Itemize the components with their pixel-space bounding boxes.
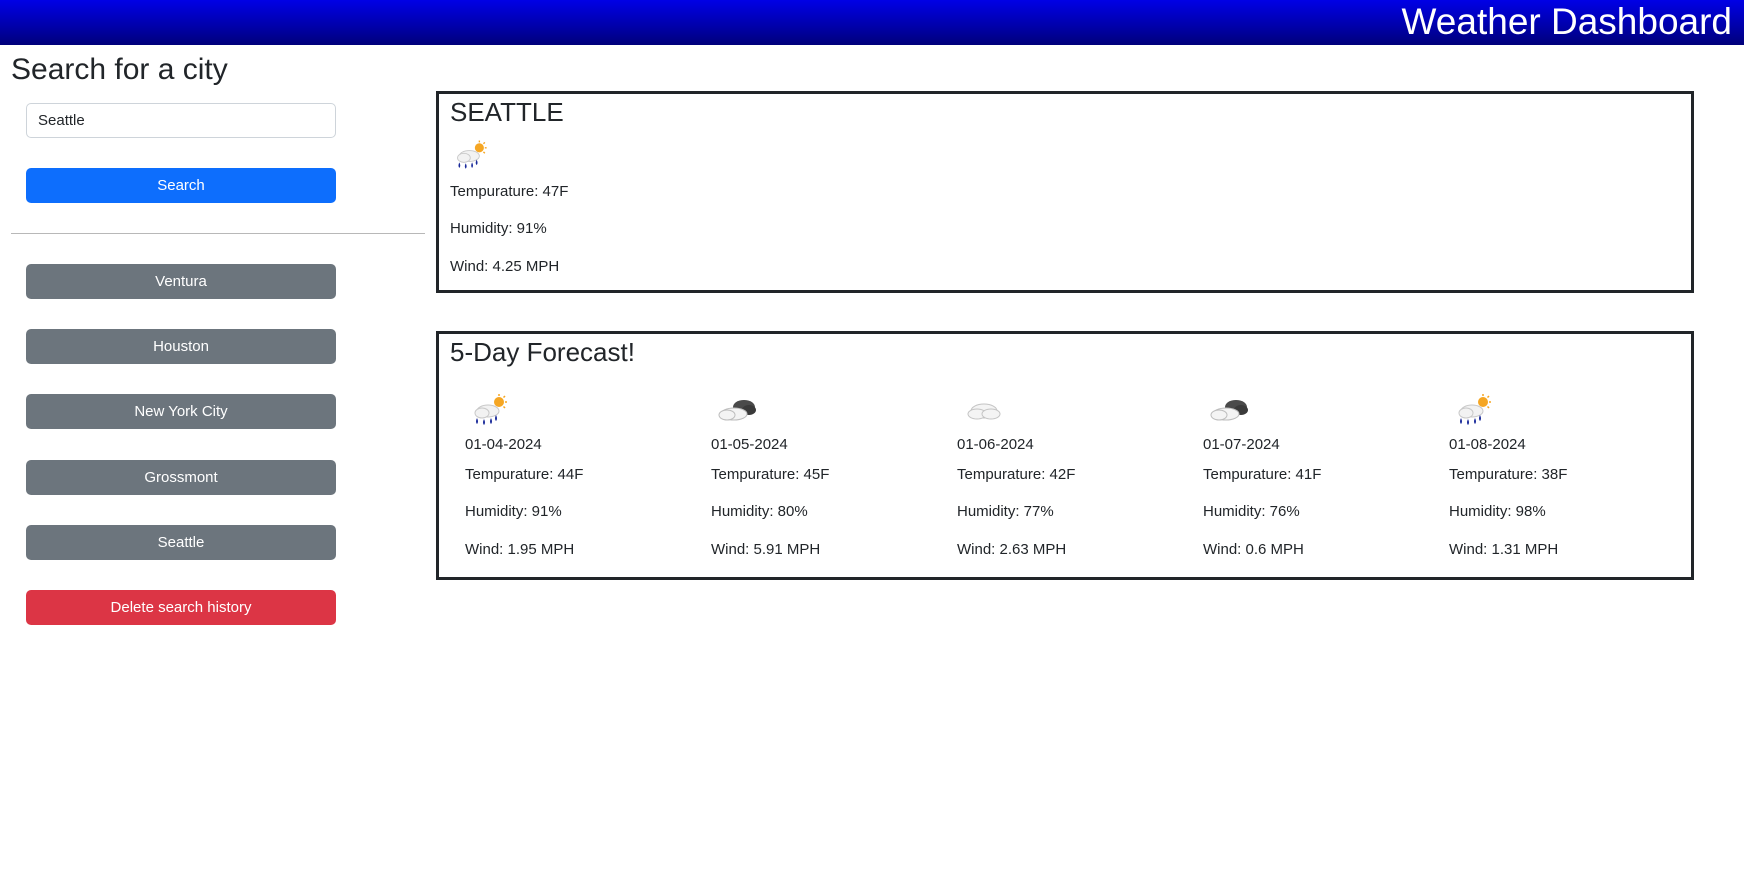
app-header: Weather Dashboard — [0, 0, 1744, 45]
forecast-temperature: Tempurature: 42F — [957, 466, 1076, 483]
current-humidity: Humidity: 91% — [450, 220, 547, 237]
rain-sun-icon — [1454, 394, 1498, 428]
forecast-date: 01-04-2024 — [465, 436, 542, 453]
history-button-houston[interactable]: Houston — [26, 329, 336, 364]
delete-history-button[interactable]: Delete search history — [26, 590, 336, 625]
current-temperature: Tempurature: 47F — [450, 183, 569, 200]
cloud-icon — [962, 394, 1006, 428]
search-button[interactable]: Search — [26, 168, 336, 203]
forecast-day: 01-04-2024 Tempurature: 44F Humidity: 91… — [465, 394, 705, 564]
forecast-wind: Wind: 5.91 MPH — [711, 541, 821, 558]
forecast-temperature: Tempurature: 41F — [1203, 466, 1322, 483]
forecast-day: 01-06-2024 Tempurature: 42F Humidity: 77… — [957, 394, 1197, 564]
forecast-title: 5-Day Forecast! — [450, 337, 635, 367]
forecast-day: 01-08-2024 Tempurature: 38F Humidity: 98… — [1449, 394, 1689, 564]
search-heading: Search for a city — [11, 53, 228, 86]
rain-sun-icon — [453, 140, 493, 172]
forecast-wind: Wind: 1.95 MPH — [465, 541, 575, 558]
forecast-date: 01-07-2024 — [1203, 436, 1280, 453]
city-search-input[interactable] — [26, 103, 336, 138]
broken-clouds-icon — [716, 394, 760, 428]
history-button-grossmont[interactable]: Grossmont — [26, 460, 336, 495]
history-button-seattle[interactable]: Seattle — [26, 525, 336, 560]
current-city-name: SEATTLE — [450, 97, 564, 127]
history-button-ventura[interactable]: Ventura — [26, 264, 336, 299]
forecast-temperature: Tempurature: 38F — [1449, 466, 1568, 483]
rain-sun-icon — [470, 394, 514, 428]
forecast-wind: Wind: 0.6 MPH — [1203, 541, 1304, 558]
forecast-humidity: Humidity: 91% — [465, 503, 562, 520]
forecast-humidity: Humidity: 80% — [711, 503, 808, 520]
forecast-temperature: Tempurature: 44F — [465, 466, 584, 483]
current-wind: Wind: 4.25 MPH — [450, 258, 560, 275]
app-title: Weather Dashboard — [1401, 1, 1732, 42]
broken-clouds-icon — [1208, 394, 1252, 428]
current-weather-card: SEATTLE Tempurature: 47F Humidity: 91% W… — [436, 91, 1694, 293]
forecast-humidity: Humidity: 98% — [1449, 503, 1546, 520]
divider — [11, 233, 425, 234]
forecast-humidity: Humidity: 77% — [957, 503, 1054, 520]
forecast-wind: Wind: 1.31 MPH — [1449, 541, 1559, 558]
forecast-temperature: Tempurature: 45F — [711, 466, 830, 483]
forecast-day: 01-07-2024 Tempurature: 41F Humidity: 76… — [1203, 394, 1443, 564]
forecast-wind: Wind: 2.63 MPH — [957, 541, 1067, 558]
forecast-date: 01-06-2024 — [957, 436, 1034, 453]
forecast-day: 01-05-2024 Tempurature: 45F Humidity: 80… — [711, 394, 951, 564]
forecast-humidity: Humidity: 76% — [1203, 503, 1300, 520]
forecast-card: 5-Day Forecast! 01-04-2024 Tempurature: … — [436, 331, 1694, 580]
history-button-new-york-city[interactable]: New York City — [26, 394, 336, 429]
forecast-date: 01-08-2024 — [1449, 436, 1526, 453]
forecast-date: 01-05-2024 — [711, 436, 788, 453]
